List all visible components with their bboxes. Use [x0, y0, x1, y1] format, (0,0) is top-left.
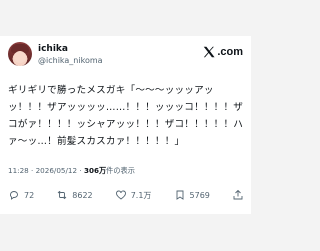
logo-text: .com — [217, 46, 243, 58]
x-logo: .com — [202, 45, 243, 59]
separator-dot: · — [79, 166, 82, 175]
reply-count: 72 — [24, 190, 35, 200]
tweet-time[interactable]: 11:28 — [8, 166, 29, 175]
retweet-button[interactable]: 8622 — [56, 189, 93, 201]
reply-icon — [10, 191, 18, 200]
share-button[interactable] — [232, 189, 244, 201]
avatar[interactable] — [8, 42, 32, 66]
tweet-card: ichika @ichika_nikoma .com ギリギリで勝ったメスガキ「… — [0, 36, 251, 214]
bookmark-icon — [176, 190, 183, 200]
like-count: 7.1万 — [130, 190, 152, 200]
separator-dot: · — [31, 166, 34, 175]
views-count[interactable]: 306万 — [84, 166, 106, 175]
tweet-text: ギリギリで勝ったメスガキ「～～～ッッッアッッ！！！ザアッッッッ……！！！ッッッコ… — [8, 85, 244, 147]
retweet-icon — [57, 190, 67, 200]
heart-icon — [115, 190, 126, 200]
bookmark-button[interactable]: 5769 — [174, 189, 210, 201]
views-label: 件の表示 — [106, 166, 135, 175]
like-button[interactable]: 7.1万 — [115, 189, 152, 201]
user-name[interactable]: ichika — [38, 44, 68, 54]
user-handle[interactable]: @ichika_nikoma — [38, 56, 103, 65]
reply-button[interactable]: 72 — [8, 189, 34, 201]
bookmark-count: 5769 — [189, 190, 210, 200]
action-bar: 72 8622 7.1万 5769 — [8, 189, 244, 201]
tweet-date[interactable]: 2026/05/12 — [36, 166, 77, 175]
x-icon — [204, 46, 215, 58]
share-icon — [233, 189, 243, 200]
tweet-meta: 11:28 · 2026/05/12 · 306万件の表示 — [8, 166, 135, 176]
retweet-count: 8622 — [72, 190, 93, 200]
